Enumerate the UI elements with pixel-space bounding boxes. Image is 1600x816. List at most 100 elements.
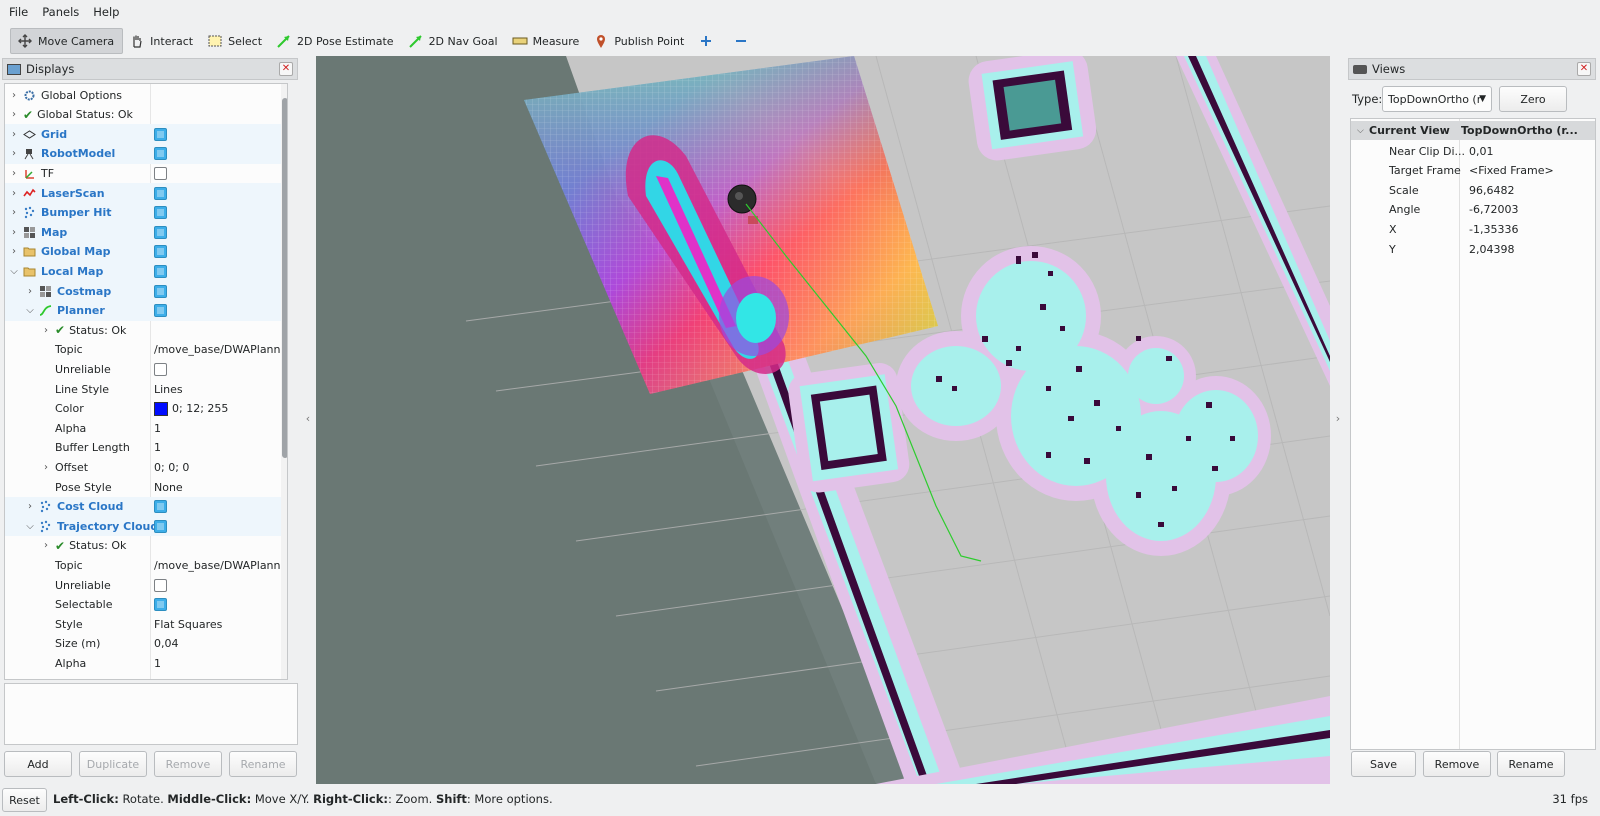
- view-property-value[interactable]: -6,72003: [1469, 203, 1518, 216]
- display-value[interactable]: 1: [154, 441, 161, 454]
- measure-tool[interactable]: Measure: [506, 28, 588, 54]
- view-property-value[interactable]: 96,6482: [1469, 184, 1515, 197]
- add-display-button[interactable]: Add: [4, 751, 72, 777]
- display-value[interactable]: [154, 284, 167, 298]
- display-value[interactable]: 0; 0; 0: [154, 461, 189, 474]
- collapse-arrow-icon[interactable]: ⌵: [9, 266, 19, 277]
- expand-arrow-icon[interactable]: ›: [41, 540, 51, 551]
- display-checkbox[interactable]: [154, 166, 167, 180]
- views-tree[interactable]: ⌵ Current View TopDownOrtho (r... Near C…: [1350, 118, 1596, 750]
- display-value[interactable]: [154, 186, 167, 200]
- display-row-topic[interactable]: Topic/move_base/DWAPlanner: [5, 555, 287, 575]
- display-value[interactable]: [154, 578, 167, 592]
- display-row-color[interactable]: Color 0; 12; 255: [5, 399, 283, 419]
- display-value[interactable]: /move_base/DWAPlanner: [154, 559, 287, 572]
- display-row-style[interactable]: Style Flat Squares: [5, 614, 283, 634]
- view-property-row[interactable]: Y 2,04398: [1351, 239, 1595, 259]
- display-row-robotmodel[interactable]: › RobotModel: [5, 143, 283, 164]
- view-property-value[interactable]: 0,01: [1469, 145, 1494, 158]
- display-checkbox[interactable]: [154, 362, 167, 376]
- view-property-row[interactable]: Target Frame <Fixed Frame>: [1351, 161, 1595, 181]
- reset-button[interactable]: Reset: [2, 788, 47, 812]
- display-row-offset[interactable]: › Offset 0; 0; 0: [5, 457, 283, 477]
- display-value[interactable]: [154, 225, 167, 239]
- zero-view-button[interactable]: Zero: [1499, 86, 1567, 112]
- view-property-row[interactable]: Near Clip Di... 0,01: [1351, 141, 1595, 161]
- menu-panels[interactable]: Panels: [35, 0, 86, 24]
- displays-scrollbar-thumb[interactable]: [282, 98, 287, 458]
- display-checkbox[interactable]: [154, 206, 167, 220]
- display-checkbox[interactable]: [154, 284, 167, 298]
- display-row-grid[interactable]: › Grid: [5, 124, 283, 145]
- view-type-select[interactable]: TopDownOrtho (r ▼: [1382, 86, 1492, 112]
- nav-goal-tool[interactable]: 2D Nav Goal: [402, 28, 506, 54]
- remove-view-button[interactable]: Remove: [1423, 751, 1491, 777]
- display-row-size-m[interactable]: Size (m) 0,04: [5, 634, 283, 654]
- display-row-tf[interactable]: › TF: [5, 163, 283, 183]
- remove-tool-button[interactable]: [727, 28, 762, 54]
- expand-arrow-icon[interactable]: ›: [41, 462, 51, 473]
- expand-arrow-icon[interactable]: ›: [9, 188, 19, 199]
- expand-arrow-icon[interactable]: ›: [9, 148, 19, 159]
- display-checkbox[interactable]: [154, 186, 167, 200]
- display-checkbox[interactable]: [154, 264, 167, 278]
- displays-tree[interactable]: Alpha 1 Size (m) 0,04 Style Flat Squares Selec…: [4, 83, 288, 680]
- display-checkbox[interactable]: [154, 578, 167, 592]
- display-row-map[interactable]: › Map: [5, 222, 283, 243]
- display-row-global-status-ok[interactable]: › ✔ Global Status: Ok: [5, 105, 283, 125]
- menu-file[interactable]: File: [2, 0, 35, 24]
- display-value[interactable]: Lines: [154, 383, 183, 396]
- collapse-arrow-icon[interactable]: ⌵: [25, 521, 35, 532]
- display-value[interactable]: 1: [154, 422, 161, 435]
- display-value[interactable]: 0,04: [154, 637, 179, 650]
- display-checkbox[interactable]: [154, 225, 167, 239]
- current-view-header[interactable]: ⌵ Current View TopDownOrtho (r...: [1351, 121, 1595, 140]
- display-checkbox[interactable]: [154, 147, 167, 161]
- display-row-costmap[interactable]: › Costmap: [5, 281, 283, 301]
- display-value[interactable]: [154, 304, 167, 318]
- publish-point-tool[interactable]: Publish Point: [587, 28, 692, 54]
- expand-arrow-icon[interactable]: ›: [9, 246, 19, 257]
- display-value[interactable]: 1: [154, 657, 161, 670]
- display-row-line-style[interactable]: Line Style Lines: [5, 379, 283, 399]
- left-collapse-handle[interactable]: ‹: [304, 412, 312, 425]
- display-row-laserscan[interactable]: › LaserScan: [5, 183, 283, 203]
- display-value[interactable]: [154, 245, 167, 259]
- expand-arrow-icon[interactable]: ›: [9, 90, 19, 101]
- save-view-button[interactable]: Save: [1351, 751, 1416, 777]
- display-row-alpha[interactable]: Alpha 1: [5, 418, 283, 438]
- close-displays-icon[interactable]: ✕: [279, 62, 293, 76]
- display-row-planner[interactable]: ⌵ Planner: [5, 300, 283, 321]
- display-value[interactable]: [154, 166, 167, 180]
- expand-arrow-icon[interactable]: ›: [9, 129, 19, 140]
- display-row-topic[interactable]: Topic/move_base/DWAPlanner: [5, 340, 287, 360]
- display-row-unreliable[interactable]: Unreliable: [5, 359, 283, 379]
- display-row-local-map[interactable]: ⌵ Local Map: [5, 261, 283, 282]
- view-property-row[interactable]: Angle -6,72003: [1351, 200, 1595, 220]
- rename-view-button[interactable]: Rename: [1497, 751, 1565, 777]
- display-row-global-options[interactable]: › Global Options: [5, 85, 283, 105]
- duplicate-display-button[interactable]: Duplicate: [79, 751, 147, 777]
- right-collapse-handle[interactable]: ›: [1334, 412, 1342, 425]
- display-row-status-ok[interactable]: › ✔ Status: Ok: [5, 320, 283, 340]
- display-row-unreliable[interactable]: Unreliable: [5, 575, 283, 595]
- displays-scrollbar[interactable]: [281, 84, 287, 679]
- view-property-value[interactable]: 2,04398: [1469, 243, 1515, 256]
- display-checkbox[interactable]: [154, 304, 167, 318]
- display-value[interactable]: /move_base/DWAPlanner: [154, 343, 287, 356]
- expand-arrow-icon[interactable]: ›: [9, 227, 19, 238]
- close-views-icon[interactable]: ✕: [1577, 62, 1591, 76]
- menu-help[interactable]: Help: [86, 0, 126, 24]
- display-row-buffer-length[interactable]: Buffer Length 1: [5, 438, 283, 458]
- display-value[interactable]: [154, 362, 167, 376]
- display-checkbox[interactable]: [154, 127, 167, 141]
- display-row-global-map[interactable]: › Global Map: [5, 241, 283, 262]
- pose-estimate-tool[interactable]: 2D Pose Estimate: [270, 28, 402, 54]
- expand-arrow-icon[interactable]: ›: [9, 109, 19, 120]
- rename-display-button[interactable]: Rename: [229, 751, 297, 777]
- display-value[interactable]: [154, 147, 167, 161]
- interact-tool[interactable]: Interact: [123, 28, 201, 54]
- expand-arrow-icon[interactable]: ›: [41, 325, 51, 336]
- display-row-alpha[interactable]: Alpha 1: [5, 653, 283, 673]
- color-swatch[interactable]: [154, 401, 168, 416]
